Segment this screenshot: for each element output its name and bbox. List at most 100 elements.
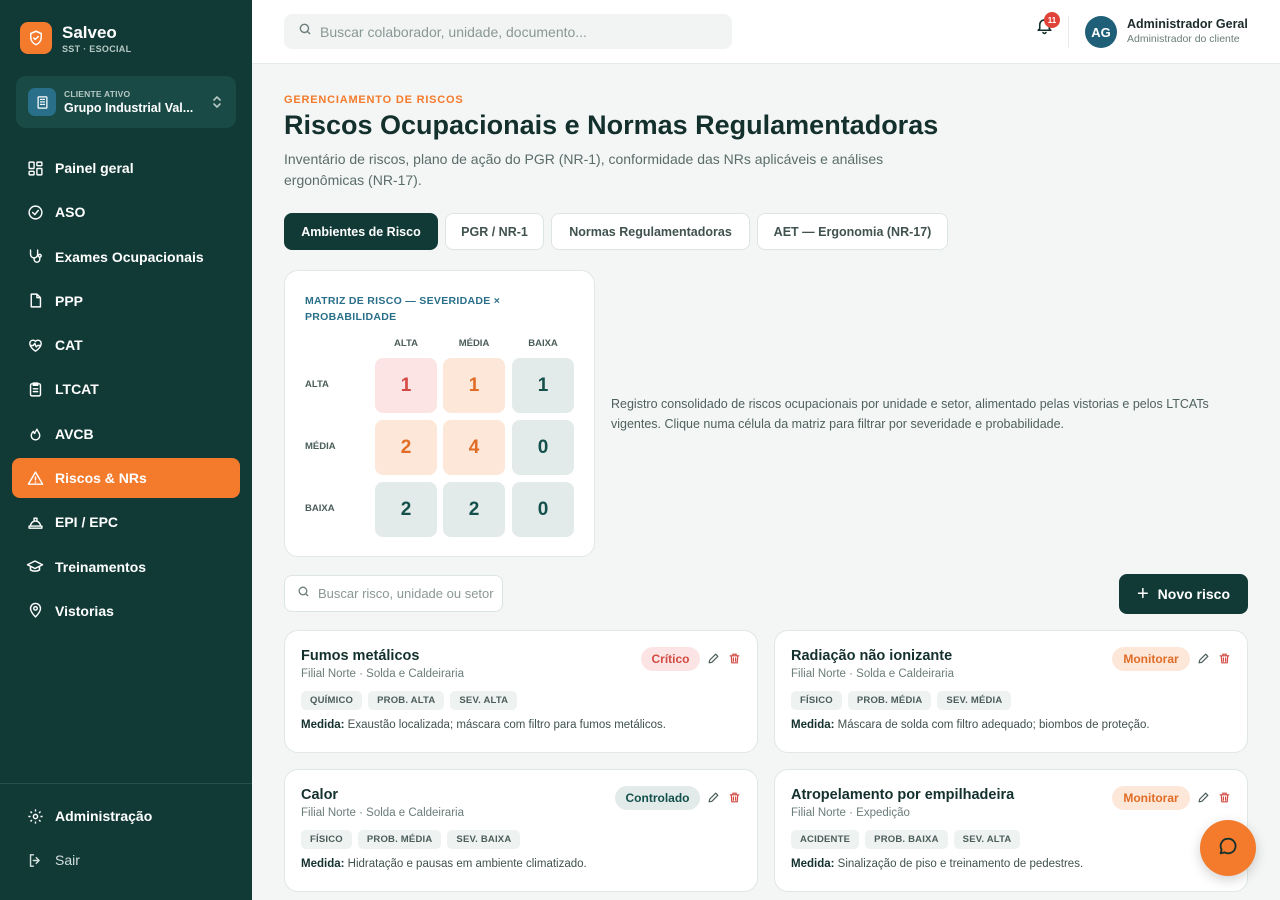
measure-label: Medida: [791,719,835,731]
nav-item-aso[interactable]: ASO [12,192,240,232]
nav-item-sair[interactable]: Sair [12,840,240,880]
risk-search[interactable] [284,575,503,612]
nav-item-cat[interactable]: CAT [12,325,240,365]
edit-icon[interactable] [1195,789,1211,805]
risk-measure: Medida: Sinalização de piso e treinament… [791,858,1083,870]
risk-location: Filial Norte · Solda e Caldeiraria [791,668,954,680]
topbar: 11 AG Administrador Geral Administrador … [252,0,1280,64]
building-icon [28,88,56,116]
brand-subtitle: SST · ESOCIAL [62,43,132,54]
status-badge: Crítico [641,647,700,671]
matrix-row-header: MÉDIA [305,441,336,452]
nav-item-vistorias[interactable]: Vistorias [12,591,240,631]
matrix-cell[interactable]: 2 [375,482,437,537]
matrix-cell[interactable]: 0 [512,420,574,475]
nav-label: Vistorias [55,602,114,619]
measure-text: Sinalização de piso e treinamento de ped… [837,858,1084,870]
global-search-input[interactable] [320,23,720,40]
trash-icon[interactable] [1216,789,1232,805]
measure-label: Medida: [791,858,835,870]
nav-label: AVCB [55,425,94,442]
risk-tag: QUÍMICO [301,691,363,710]
global-search[interactable] [284,14,732,49]
matrix-cell[interactable]: 4 [443,420,505,475]
user-role: Administrador do cliente [1127,33,1240,45]
trash-icon[interactable] [726,789,742,805]
tab-bar: Ambientes de Risco PGR / NR-1 Normas Reg… [284,213,955,250]
nav-label: Administração [55,808,153,824]
edit-icon[interactable] [705,650,721,666]
nav-item-ltcat[interactable]: LTCAT [12,369,240,409]
risk-location: Filial Norte · Expedição [791,807,910,819]
risk-search-input[interactable] [318,586,496,601]
risk-tag: PROB. ALTA [368,691,445,710]
tab-pgr-nr1[interactable]: PGR / NR-1 [445,213,544,250]
matrix-cell[interactable]: 2 [443,482,505,537]
measure-text: Hidratação e pausas em ambiente climatiz… [347,858,587,870]
map-pin-icon [26,602,44,620]
nav-label: LTCAT [55,381,99,398]
matrix-cell[interactable]: 1 [375,358,437,413]
matrix-row-header: ALTA [305,379,329,390]
matrix-cell[interactable]: 1 [443,358,505,413]
sidebar: Salveo SST · ESOCIAL CLIENTE ATIVO Grupo… [0,0,252,900]
nav-item-avcb[interactable]: AVCB [12,414,240,454]
hard-hat-icon [26,513,44,531]
nav-item-administracao[interactable]: Administração [12,796,240,836]
nav-item-riscos-nrs[interactable]: Riscos & NRs [12,458,240,499]
measure-text: Máscara de solda com filtro adequado; bi… [837,719,1150,731]
risk-tag: SEV. ALTA [953,830,1021,849]
client-name: Grupo Industrial Val... [64,101,194,115]
search-icon [298,22,312,41]
matrix-cell[interactable]: 0 [512,482,574,537]
risk-name: Calor [301,787,339,803]
nav-item-ppp[interactable]: PPP [12,281,240,321]
sidebar-divider [0,783,252,784]
nav-item-epi-epc[interactable]: EPI / EPC [12,502,240,542]
risk-card[interactable]: Atropelamento por empilhadeira Filial No… [774,769,1248,892]
edit-icon[interactable] [705,789,721,805]
tab-aet-ergonomia[interactable]: AET — Ergonomia (NR-17) [757,213,948,250]
nav-item-exames[interactable]: Exames Ocupacionais [12,237,240,277]
risk-matrix-card: MATRIZ DE RISCO — SEVERIDADE × PROBABILI… [284,270,595,557]
trash-icon[interactable] [1216,650,1232,666]
risk-tag: ACIDENTE [791,830,860,849]
risk-location: Filial Norte · Solda e Caldeiraria [301,668,464,680]
shield-logo-icon [20,22,52,54]
page-title: Riscos Ocupacionais e Normas Regulamenta… [284,110,939,140]
grid-icon [26,159,44,177]
nav-label: Riscos & NRs [55,470,147,487]
client-selector[interactable]: CLIENTE ATIVO Grupo Industrial Val... [16,76,236,128]
notifications-button[interactable]: 11 [1032,12,1060,40]
risk-tag: SEV. MÉDIA [937,691,1012,710]
matrix-column-header: ALTA [394,338,418,349]
chat-button[interactable] [1200,820,1256,876]
matrix-title: MATRIZ DE RISCO — SEVERIDADE × PROBABILI… [305,295,501,323]
tab-ambientes-de-risco[interactable]: Ambientes de Risco [284,213,438,250]
topbar-divider [1068,16,1069,48]
trash-icon[interactable] [726,650,742,666]
edit-icon[interactable] [1195,650,1211,666]
avatar[interactable]: AG [1085,16,1117,48]
new-risk-button[interactable]: + Novo risco [1119,574,1248,614]
sidebar-footer: Administração Sair [12,796,240,884]
brand[interactable]: Salveo SST · ESOCIAL [20,22,131,54]
matrix-cell[interactable]: 2 [375,420,437,475]
nav-item-painel-geral[interactable]: Painel geral [12,148,240,188]
risk-name: Atropelamento por empilhadeira [791,787,1015,803]
flame-icon [26,425,44,443]
matrix-cell[interactable]: 1 [512,358,574,413]
risk-card[interactable]: Radiação não ionizante Filial Norte · So… [774,630,1248,753]
new-risk-label: Novo risco [1157,586,1231,602]
risk-name: Radiação não ionizante [791,648,953,664]
nav-item-treinamentos[interactable]: Treinamentos [12,547,240,587]
plus-icon: + [1136,583,1149,605]
risk-measure: Medida: Hidratação e pausas em ambiente … [301,858,587,870]
chat-bubble-icon [1217,835,1239,862]
matrix-row-header: BAIXA [305,503,335,514]
risk-card[interactable]: Fumos metálicos Filial Norte · Solda e C… [284,630,758,753]
tab-normas-regulamentadoras[interactable]: Normas Regulamentadoras [551,213,750,250]
risk-card[interactable]: Calor Filial Norte · Solda e Caldeiraria… [284,769,758,892]
risk-measure: Medida: Máscara de solda com filtro adeq… [791,719,1150,731]
chevron-up-down-icon [210,95,224,109]
